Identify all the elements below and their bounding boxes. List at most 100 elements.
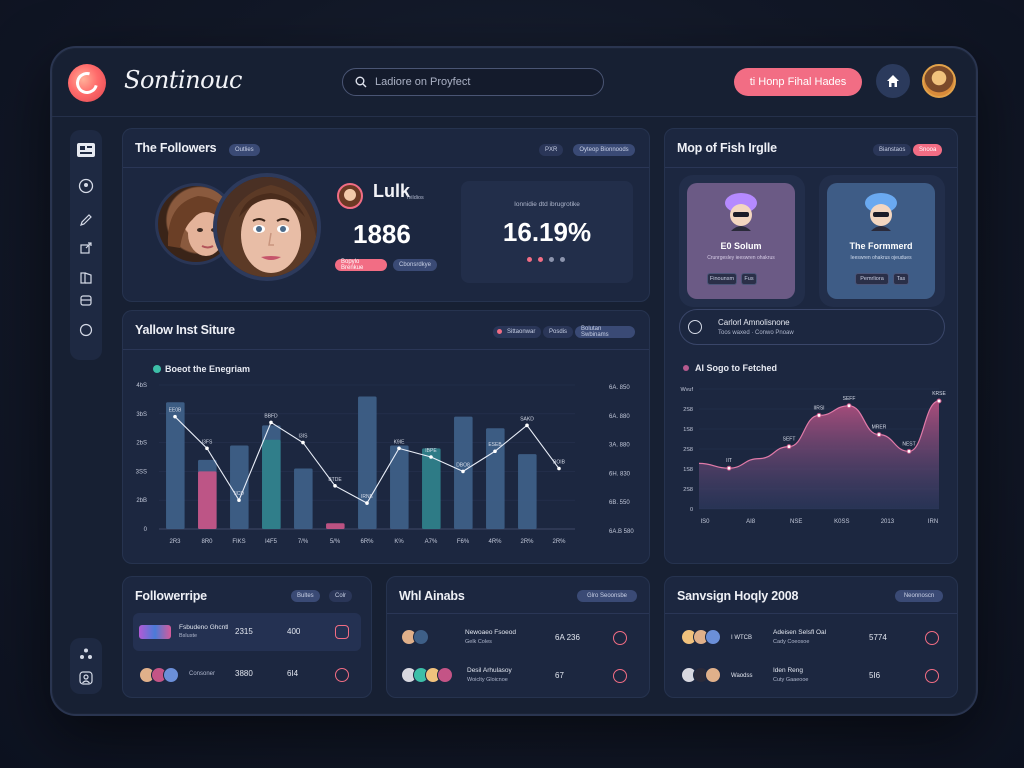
y-tick-label: 2S8	[683, 447, 693, 453]
sanvsign-row-2-action-icon[interactable]	[925, 669, 939, 683]
tile-1-button-1[interactable]: Finounsm	[707, 273, 737, 285]
tile-1-button-2[interactable]: Fus	[741, 273, 757, 285]
follower-photo-2[interactable]	[213, 173, 321, 281]
followers-list-row-2[interactable]: Consoner 3880 6I4	[133, 657, 361, 693]
line-point	[269, 420, 273, 425]
point-label: ESEB	[488, 442, 502, 448]
followers-pill-1[interactable]: PXR	[539, 144, 564, 156]
export-icon	[80, 242, 92, 254]
y-tick-label: 3SS	[136, 469, 147, 475]
main-chart-pill-3[interactable]: Bolutan Swbinams	[575, 326, 635, 338]
main-chart-pill-1[interactable]: Sittaonwar	[493, 326, 542, 338]
followers-pill-2[interactable]: Oyteop Bionnoods	[573, 144, 635, 156]
main-legend-dot	[153, 365, 161, 373]
sidebar-item-edit[interactable]	[76, 210, 96, 230]
tile-1-sub: Crunrgesley ieeswren ohakrus	[707, 255, 775, 261]
whl-pill[interactable]: Glro Seoonsbe	[577, 590, 637, 602]
whl-row-2[interactable]: Desil Arhulasoy Woiclty Gloicnoe 67	[387, 659, 649, 693]
brand-logo-icon[interactable]	[68, 64, 106, 102]
carousel-dot-4[interactable]	[560, 257, 565, 262]
book-icon	[80, 272, 92, 284]
user-avatar-small[interactable]	[337, 183, 363, 209]
user-avatar[interactable]	[922, 64, 956, 98]
carousel-dot-3[interactable]	[549, 257, 554, 262]
sidebar-item-settings[interactable]	[76, 320, 96, 340]
point-label: DBO8	[456, 462, 470, 468]
area-chart: 0 2S8 1S8 2S8 1S8 2S8 Wvuf IIT SEFT IIRSI SEFF MRER…	[680, 387, 946, 525]
map-divider	[665, 167, 957, 168]
bar	[230, 445, 249, 529]
whl-row-1-action-icon[interactable]	[613, 631, 627, 645]
sanvsign-pill[interactable]: Neonnoscn	[895, 590, 943, 602]
sidebar-item-export[interactable]	[76, 238, 96, 258]
whl-card: Whl Ainabs Glro Seoonsbe Newoaeo Fsoeod …	[386, 576, 650, 698]
y-tick-label: 2bB	[136, 498, 147, 504]
bar	[358, 396, 377, 529]
followers-list-pill-1[interactable]: Bultes	[291, 590, 320, 602]
user-name: Lulk	[373, 181, 411, 201]
sanvsign-row-1-value: 5774	[869, 633, 887, 642]
sidebar-item-profile[interactable]	[76, 176, 96, 196]
tag-blue[interactable]: Cbonsrdkye	[393, 259, 437, 271]
sidebar-item-account[interactable]	[76, 668, 96, 688]
x-tick-label: F6%	[457, 539, 470, 545]
primary-action-button[interactable]: ti Honp Fihal Hades	[734, 68, 862, 96]
x-tick-label: 8R0	[201, 539, 213, 545]
map-info-row[interactable]: Carlorl Amnolisnone Toos waxed · Conwo P…	[679, 309, 945, 345]
home-button[interactable]	[876, 64, 910, 98]
carousel-dot-1[interactable]	[527, 257, 532, 262]
main-chart-card: Yallow Inst Siture Sittaonwar Posdis Bol…	[122, 310, 650, 564]
followers-badge[interactable]: Outlies	[229, 144, 260, 156]
row-1-action-icon[interactable]	[335, 625, 349, 639]
whl-row-1[interactable]: Newoaeo Fsoeod Gelk Coles 6A 236	[387, 621, 649, 655]
map-pill-1[interactable]: Bianstaos	[873, 144, 912, 156]
map-pill-2[interactable]: Snooa	[913, 144, 943, 156]
circle-user-icon	[78, 178, 94, 194]
row-1-thumbnail	[139, 625, 171, 639]
bar	[166, 402, 185, 529]
search-bar[interactable]	[342, 68, 604, 96]
sanvsign-row-1-action-icon[interactable]	[925, 631, 939, 645]
growth-percent: 16.19%	[502, 217, 592, 247]
row-2-action-icon[interactable]	[335, 668, 349, 682]
right-tick-label: 6H. 830	[609, 471, 631, 477]
followers-list-title: Followerripe	[135, 589, 207, 603]
search-input[interactable]	[375, 76, 575, 88]
line-point	[301, 440, 305, 445]
point-label: I3IS	[299, 434, 309, 440]
whl-row-1-name: Newoaeo Fsoeod	[465, 629, 516, 636]
area-point	[726, 465, 732, 471]
sanvsign-divider	[665, 613, 957, 614]
bar	[518, 454, 537, 529]
point-label: SEFF	[843, 396, 856, 402]
carousel-dot-2[interactable]	[538, 257, 543, 262]
user-frame-icon	[79, 671, 93, 685]
sidebar-item-gallery[interactable]	[76, 140, 96, 160]
main-chart-pill-2[interactable]: Posdis	[543, 326, 574, 338]
y-tick-label: 0	[144, 527, 148, 533]
sanvsign-row-2[interactable]: Waodss Iden Reng Cuty Gaaeooe 5I6	[665, 659, 957, 693]
sidebar-item-inbox[interactable]	[76, 290, 96, 310]
sanvsign-row-1[interactable]: I WTCB Adeisen Selsfl Oal Cady Coeosoe 5…	[665, 621, 957, 655]
line-point	[429, 455, 433, 459]
row-1-name: Fsbudeno Ghcntl	[179, 624, 229, 631]
tag-pink[interactable]: Bopylo Brenkue	[335, 259, 387, 271]
line-point	[237, 498, 241, 502]
x-tick-label: 6R%	[360, 539, 374, 545]
tile-2-button-2[interactable]: Tas	[893, 273, 909, 285]
map-tile-1[interactable]: E0 Solum Crunrgesley ieeswren ohakrus Fi…	[687, 183, 795, 299]
right-tick-label: 6B. 550	[609, 500, 630, 506]
followers-list-pill-2[interactable]: Colr	[329, 590, 353, 602]
point-label: BBFD	[264, 413, 278, 419]
followers-list-row-1[interactable]: Fsbudeno Ghcntl Bsluste 2315 400	[133, 613, 361, 651]
map-tile-2[interactable]: The Formmerd Ieeswren ohakrus ojeudues P…	[827, 183, 935, 299]
point-label: I3FS	[202, 439, 213, 445]
whl-row-2-action-icon[interactable]	[613, 669, 627, 683]
sidebar-item-docs[interactable]	[76, 268, 96, 288]
sidebar-footer	[70, 638, 102, 694]
user-subtitle: Ivildios	[407, 195, 424, 201]
tile-2-sub: Ieeswren ohakrus ojeudues	[850, 255, 912, 261]
tile-2-button-1[interactable]: Pemrliora	[855, 273, 889, 285]
point-label: IBPE	[425, 448, 437, 454]
sidebar-item-share[interactable]	[76, 644, 96, 664]
